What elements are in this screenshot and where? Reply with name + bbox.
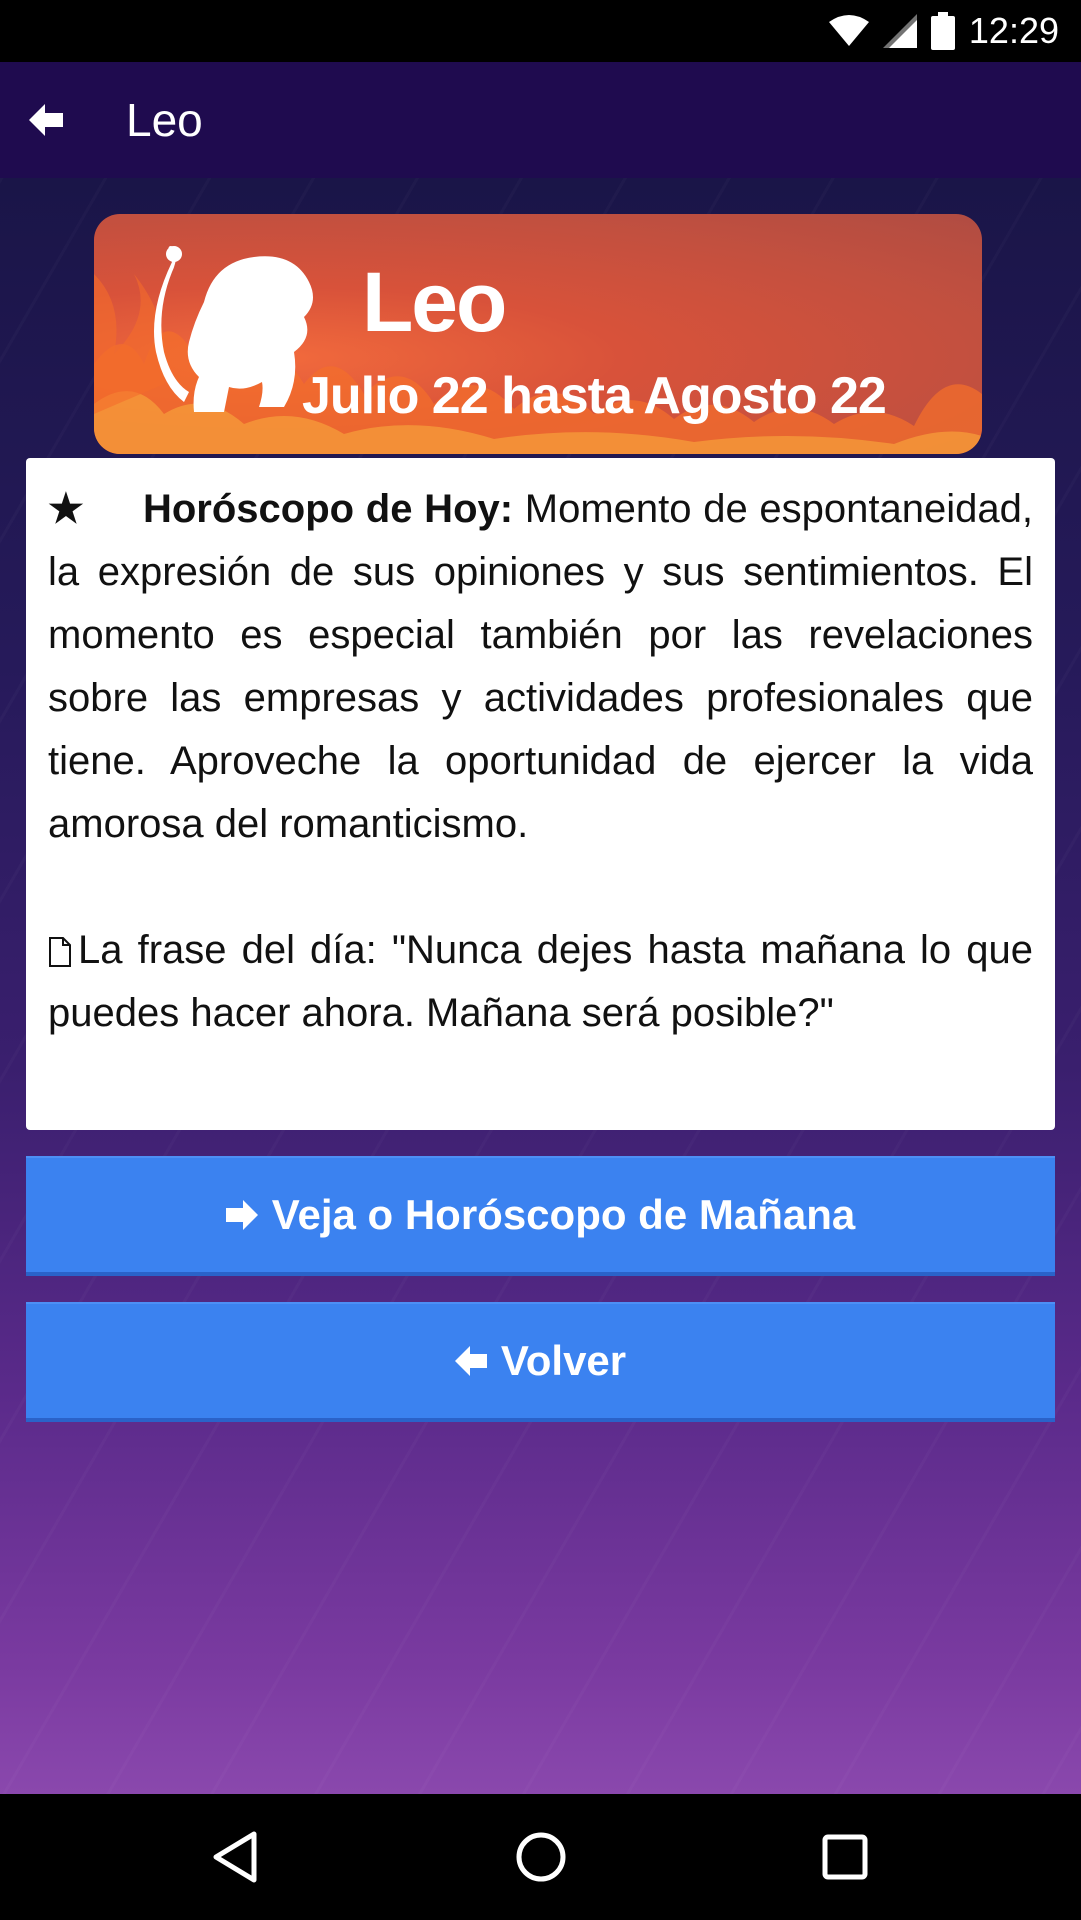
status-bar: 12:29: [0, 0, 1081, 62]
horoscope-heading: Horóscopo de Hoy:: [142, 487, 514, 531]
tomorrow-horoscope-label: Veja o Horóscopo de Mañana: [271, 1191, 856, 1238]
daily-phrase-text: La frase del día: "Nunca dejes hasta mañ…: [48, 928, 1033, 1035]
horoscope-paragraph: ★ Horóscopo de Hoy: Momento de espontane…: [48, 478, 1033, 856]
banner-sign-name: Leo: [362, 255, 507, 349]
app-bar: Leo: [0, 62, 1081, 178]
battery-icon: [930, 12, 955, 50]
arrow-left-icon: [29, 104, 63, 136]
arrow-right-icon: [225, 1200, 258, 1230]
sign-banner: Leo Julio 22 hasta Agosto 22: [94, 214, 982, 454]
document-icon: [49, 937, 71, 967]
system-nav-bar: [0, 1794, 1081, 1920]
star-icon: ★: [48, 487, 85, 531]
back-button[interactable]: [12, 86, 80, 154]
volver-button[interactable]: Volver: [26, 1302, 1055, 1422]
tomorrow-horoscope-button[interactable]: Veja o Horóscopo de Mañana: [26, 1156, 1055, 1276]
nav-recent-icon: [822, 1834, 868, 1880]
nav-back-button[interactable]: [200, 1822, 270, 1892]
nav-recent-button[interactable]: [810, 1822, 880, 1892]
horoscope-card: ★ Horóscopo de Hoy: Momento de espontane…: [26, 458, 1055, 1130]
nav-home-icon: [516, 1832, 566, 1882]
signal-icon: [882, 14, 917, 48]
daily-phrase: La frase del día: "Nunca dejes hasta mañ…: [48, 919, 1033, 1045]
wifi-icon: [828, 15, 869, 46]
nav-back-icon: [213, 1831, 257, 1883]
content-area: Leo Julio 22 hasta Agosto 22 ★ Horóscopo…: [0, 178, 1081, 1794]
banner-dates: Julio 22 hasta Agosto 22: [302, 367, 887, 425]
arrow-left-icon: [454, 1346, 487, 1376]
status-time: 12:29: [968, 10, 1059, 51]
nav-home-button[interactable]: [506, 1822, 576, 1892]
volver-label: Volver: [500, 1337, 627, 1384]
page-title: Leo: [126, 94, 203, 146]
horoscope-text: Momento de espontaneidad, la expresión d…: [48, 487, 1034, 846]
